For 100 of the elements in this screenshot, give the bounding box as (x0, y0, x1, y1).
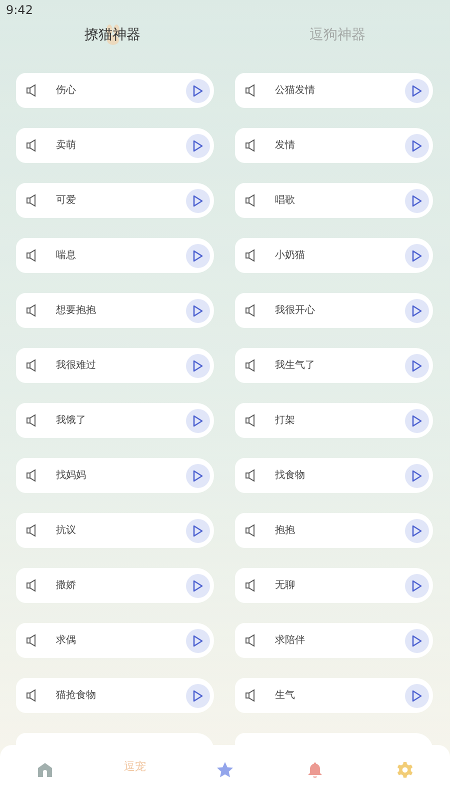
play-button[interactable] (405, 408, 429, 432)
sound-label: 小奶猫 (275, 248, 306, 263)
play-button[interactable] (405, 518, 429, 542)
play-button[interactable] (186, 574, 210, 598)
speaker-icon (245, 414, 257, 427)
sound-label: 生气 (275, 688, 296, 703)
play-icon (193, 414, 203, 426)
play-button[interactable] (186, 134, 210, 158)
speaker-icon (245, 359, 257, 372)
play-icon (193, 140, 203, 152)
sound-card[interactable]: 小奶猫 (235, 238, 433, 273)
sound-card[interactable]: 公猫发情 (235, 73, 433, 108)
play-button[interactable] (405, 354, 429, 378)
star-icon[interactable] (216, 761, 234, 779)
sound-card[interactable]: 唱歌 (235, 183, 433, 218)
play-button[interactable] (186, 684, 210, 708)
speaker-icon (245, 579, 257, 592)
sound-label: 公猫发情 (275, 84, 316, 98)
play-icon (412, 84, 422, 96)
play-button[interactable] (405, 134, 429, 158)
sound-card[interactable]: 伤心 (16, 73, 214, 108)
sound-label: 抗议 (56, 524, 77, 538)
play-button[interactable] (405, 78, 429, 102)
speaker-icon (26, 304, 38, 317)
sound-label: 想要抱抱 (56, 304, 97, 318)
speaker-icon (26, 249, 38, 262)
speaker-icon (245, 249, 257, 262)
sound-card[interactable]: 求陪伴 (235, 623, 433, 658)
sound-label: 猫抢食物 (56, 689, 97, 703)
play-button[interactable] (186, 244, 210, 268)
speaker-icon (245, 194, 257, 207)
play-button[interactable] (186, 188, 210, 212)
play-button[interactable] (405, 464, 429, 488)
sound-card[interactable]: 喘息 (16, 238, 214, 273)
play-icon (193, 580, 203, 592)
sound-card[interactable]: 找妈妈 (16, 458, 214, 493)
sound-label: 无聊 (275, 579, 296, 593)
sound-card[interactable]: 我很难过 (16, 348, 214, 383)
status-time: 9:42 (5, 2, 34, 19)
play-button[interactable] (405, 188, 429, 212)
sound-card[interactable]: 想要抱抱 (16, 293, 214, 328)
play-button[interactable] (405, 684, 429, 708)
speaker-icon (245, 689, 257, 702)
sound-card[interactable]: 猫抢食物 (16, 678, 214, 713)
sound-label: 发情 (275, 138, 296, 153)
sound-label: 我很开心 (275, 304, 316, 318)
sound-card[interactable]: 找食物 (235, 458, 433, 493)
play-button[interactable] (186, 518, 210, 542)
speaker-icon (245, 139, 257, 152)
speaker-icon (245, 469, 257, 482)
play-button[interactable] (186, 78, 210, 102)
sound-card[interactable]: 求偶 (16, 623, 214, 658)
play-button[interactable] (186, 298, 210, 322)
play-icon (193, 360, 203, 372)
sound-label: 卖萌 (56, 138, 77, 153)
sound-label: 抱抱 (275, 524, 296, 538)
speaker-icon (26, 194, 38, 207)
speaker-icon (26, 634, 38, 647)
sound-label: 伤心 (56, 84, 77, 98)
play-icon (412, 140, 422, 152)
play-icon (412, 304, 422, 316)
speaker-icon (26, 84, 38, 97)
play-button[interactable] (186, 464, 210, 488)
play-button[interactable] (186, 628, 210, 652)
speaker-icon (26, 414, 38, 427)
speaker-icon (245, 634, 257, 647)
sound-label: 撒娇 (56, 579, 77, 593)
play-icon (412, 524, 422, 536)
play-button[interactable] (186, 354, 210, 378)
sound-card[interactable]: 抗议 (16, 513, 214, 548)
speaker-icon (245, 304, 257, 317)
play-button[interactable] (405, 628, 429, 652)
sound-card[interactable]: 撒娇 (16, 568, 214, 603)
sound-card[interactable]: 打架 (235, 403, 433, 438)
play-button[interactable] (405, 298, 429, 322)
sound-card[interactable]: 生气 (235, 678, 433, 713)
sound-label: 我生气了 (275, 358, 316, 373)
speaker-icon (26, 524, 38, 537)
sound-card[interactable]: 可爱 (16, 183, 214, 218)
sound-card[interactable]: 我饿了 (16, 403, 214, 438)
play-button[interactable] (405, 574, 429, 598)
speaker-icon (26, 469, 38, 482)
sound-label: 我很难过 (56, 358, 97, 373)
speaker-icon (26, 139, 38, 152)
play-icon (193, 194, 203, 206)
sound-card[interactable]: 我生气了 (235, 348, 433, 383)
sound-card[interactable]: 无聊 (235, 568, 433, 603)
play-icon (193, 524, 203, 536)
sound-card[interactable]: 发情 (235, 128, 433, 163)
play-icon (412, 580, 422, 592)
sound-card[interactable]: 我很开心 (235, 293, 433, 328)
play-icon (412, 360, 422, 372)
tab[interactable]: 撩猫神器 (0, 20, 225, 50)
sound-card[interactable]: 抱抱 (235, 513, 433, 548)
sound-label: 我饿了 (56, 414, 87, 428)
speaker-icon (26, 579, 38, 592)
sound-card[interactable]: 卖萌 (16, 128, 214, 163)
play-button[interactable] (405, 244, 429, 268)
play-button[interactable] (186, 408, 210, 432)
play-icon (412, 634, 422, 646)
